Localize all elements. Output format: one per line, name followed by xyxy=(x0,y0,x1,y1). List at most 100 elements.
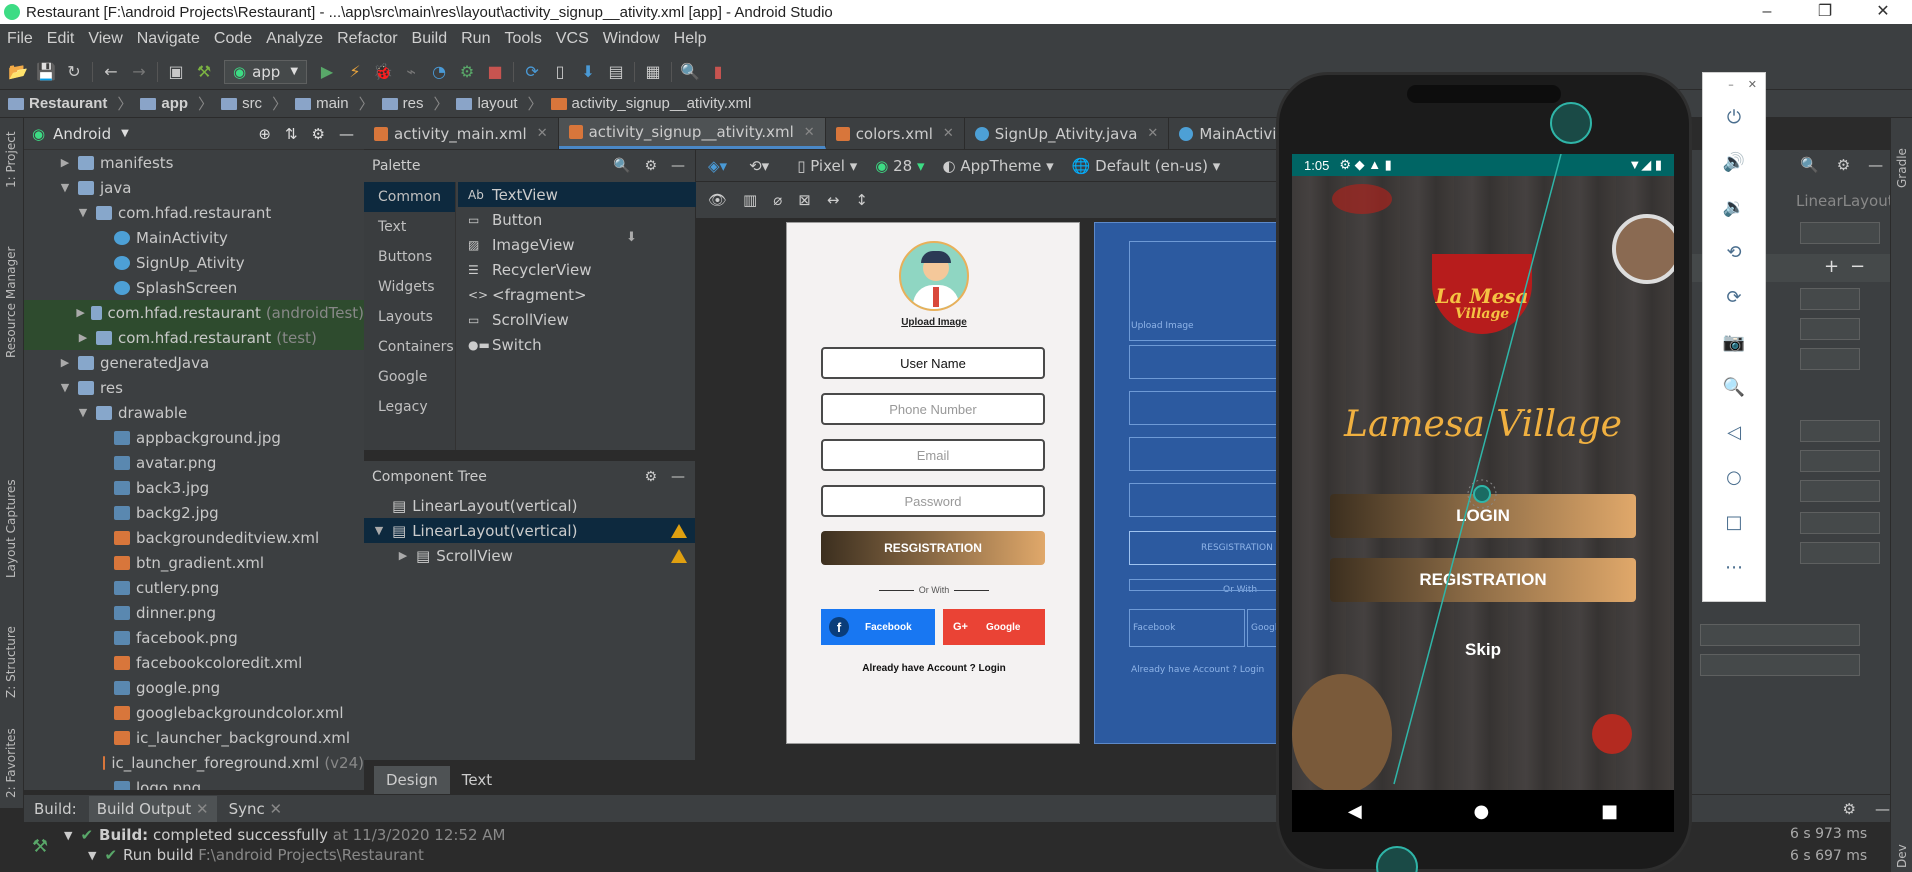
device-select[interactable]: ▯ Pixel ▾ xyxy=(797,157,857,175)
add-icon[interactable]: + xyxy=(1824,256,1839,277)
tree-item[interactable]: backgroundeditview.xml xyxy=(24,525,364,550)
apply-changes-icon[interactable]: ⚡ xyxy=(341,60,369,84)
tree-item[interactable]: SplashScreen xyxy=(24,275,364,300)
back-arrow-icon[interactable]: ← xyxy=(97,60,125,84)
tool-window-project[interactable]: 1: Project xyxy=(4,131,18,188)
project-view-select[interactable]: Android xyxy=(53,125,111,143)
attribute-dropdown[interactable] xyxy=(1800,450,1880,472)
columns-icon[interactable]: ▥ xyxy=(743,191,757,209)
tree-item[interactable]: ▶ com.hfad.restaurant (test) xyxy=(24,325,364,350)
attach-debugger-icon[interactable]: ⌁ xyxy=(397,60,425,84)
search-icon[interactable]: 🔍 xyxy=(676,60,704,84)
tree-item[interactable]: ▼ java xyxy=(24,175,364,200)
breadcrumb-item[interactable]: src xyxy=(221,95,262,112)
tool-window-favorites[interactable]: 2: Favorites xyxy=(4,728,18,798)
hammer-icon[interactable]: ⚒ xyxy=(190,60,218,84)
sdk-manager-icon[interactable]: ⬇ xyxy=(574,60,602,84)
warning-icon[interactable] xyxy=(671,548,687,563)
component-tree-item[interactable]: ▶ ▤ ScrollView xyxy=(364,543,695,568)
editor-tab[interactable]: colors.xml ✕ xyxy=(826,118,965,149)
breadcrumb-item[interactable]: app xyxy=(140,95,188,112)
menu-view[interactable]: View xyxy=(81,30,129,48)
tree-item[interactable]: logo.png xyxy=(24,775,364,790)
volume-up-icon[interactable]: 🔊 xyxy=(1703,140,1765,185)
hide-icon[interactable]: — xyxy=(671,469,685,485)
tool-window-structure[interactable]: Z: Structure xyxy=(4,626,18,698)
breadcrumb-item[interactable]: main xyxy=(295,95,349,112)
palette-item[interactable]: ▭ Button xyxy=(458,207,696,232)
menu-vcs[interactable]: VCS xyxy=(549,30,596,48)
tree-item[interactable]: btn_gradient.xml xyxy=(24,550,364,575)
tree-item[interactable]: ic_launcher_background.xml xyxy=(24,725,364,750)
attribute-dropdown[interactable] xyxy=(1800,288,1860,310)
remove-icon[interactable]: − xyxy=(1850,256,1865,277)
api-select[interactable]: ◉ 28 ▾ xyxy=(875,157,924,175)
view-tab-design[interactable]: Design xyxy=(374,766,450,794)
tree-item[interactable]: backg2.jpg xyxy=(24,500,364,525)
maximize-button[interactable]: ❐ xyxy=(1796,0,1854,24)
expand-arrow-icon[interactable]: ▶ xyxy=(396,549,410,562)
close-tab-icon[interactable]: ✕ xyxy=(943,126,954,141)
zoom-icon[interactable]: 🔍 xyxy=(1703,365,1765,410)
make-module-icon[interactable]: ▣ xyxy=(162,60,190,84)
stop-icon[interactable]: ■ xyxy=(481,60,509,84)
collapse-icon[interactable]: ⇅ xyxy=(285,125,298,143)
attribute-dropdown[interactable] xyxy=(1800,512,1880,534)
editor-tab[interactable]: activity_main.xml ✕ xyxy=(364,118,559,149)
menu-navigate[interactable]: Navigate xyxy=(130,30,207,48)
orientation-icon[interactable]: ⟲▾ xyxy=(749,157,769,175)
tree-item[interactable]: back3.jpg xyxy=(24,475,364,500)
run-build-row[interactable]: ▼ ✔ Run build F:\android Projects\Restaur… xyxy=(88,846,424,864)
hide-icon[interactable]: — xyxy=(1868,156,1883,174)
tree-item[interactable]: appbackground.jpg xyxy=(24,425,364,450)
back-icon[interactable]: ◁ xyxy=(1703,410,1765,455)
hide-icon[interactable]: — xyxy=(671,158,685,174)
tool-window-resource-manager[interactable]: Resource Manager xyxy=(4,247,18,358)
menu-build[interactable]: Build xyxy=(405,30,455,48)
palette-category[interactable]: Legacy xyxy=(364,392,455,422)
more-icon[interactable]: ⋯ xyxy=(1703,545,1765,590)
palette-category[interactable]: Layouts xyxy=(364,302,455,332)
tree-item[interactable]: SignUp_Ativity xyxy=(24,250,364,275)
save-icon[interactable]: 💾 xyxy=(32,60,60,84)
open-folder-icon[interactable]: 📂 xyxy=(4,60,32,84)
editor-tab[interactable]: SignUp_Ativity.java ✕ xyxy=(965,118,1170,149)
close-tab-icon[interactable]: ✕ xyxy=(1147,126,1158,141)
run-icon[interactable]: ▶ xyxy=(313,60,341,84)
palette-item[interactable]: <> <fragment> xyxy=(458,282,696,307)
palette-item[interactable]: ▨ ImageView xyxy=(458,232,696,257)
palette-category[interactable]: Common xyxy=(364,182,455,212)
tree-item[interactable]: dinner.png xyxy=(24,600,364,625)
build-status-row[interactable]: ▼ ✔ Build: completed successfully at 11/3… xyxy=(64,826,506,844)
locate-icon[interactable]: ⊕ xyxy=(258,125,271,143)
tree-item[interactable]: facebook.png xyxy=(24,625,364,650)
tree-item[interactable]: ▶ manifests xyxy=(24,150,364,175)
tree-item[interactable]: cutlery.png xyxy=(24,575,364,600)
camera-icon[interactable]: 📷 xyxy=(1703,320,1765,365)
warning-icon[interactable] xyxy=(671,523,687,538)
palette-item[interactable]: ▭ ScrollView xyxy=(458,307,696,332)
layers-icon[interactable]: ◈▾ xyxy=(708,157,727,175)
hide-icon[interactable]: — xyxy=(1875,800,1890,818)
palette-category[interactable]: Google xyxy=(364,362,455,392)
expand-arrow-icon[interactable]: ▼ xyxy=(76,406,90,419)
hammer-icon[interactable]: ⚒ xyxy=(32,836,48,857)
tree-item[interactable]: google.png xyxy=(24,675,364,700)
emulator-screen[interactable]: 1:05 ⚙ ◆ ▲ ▮ ▼◢ ▮ La Mesa Village Lamesa… xyxy=(1292,154,1674,790)
nav-back-button[interactable]: ◀ xyxy=(1348,801,1362,822)
theme-select[interactable]: ◐ AppTheme ▾ xyxy=(943,157,1054,175)
tree-item[interactable]: ▶ com.hfad.restaurant (androidTest) xyxy=(24,300,364,325)
debug-icon[interactable]: 🐞 xyxy=(369,60,397,84)
emulator-minimize-icon[interactable]: – xyxy=(1728,78,1734,91)
sync-icon[interactable]: ↻ xyxy=(60,60,88,84)
view-tab-text[interactable]: Text xyxy=(450,766,504,794)
autoconnect-icon[interactable]: ⌀ xyxy=(773,191,782,209)
device-icon[interactable]: ▤ xyxy=(602,60,630,84)
palette-category[interactable]: Buttons xyxy=(364,242,455,272)
sync-tab[interactable]: Sync ✕ xyxy=(229,800,283,818)
volume-down-icon[interactable]: 🔉 xyxy=(1703,185,1765,230)
project-structure-icon[interactable]: ▦ xyxy=(639,60,667,84)
expand-arrow-icon[interactable]: ▶ xyxy=(58,156,72,169)
locale-select[interactable]: 🌐 Default (en-us) ▾ xyxy=(1072,157,1221,175)
breadcrumb-item[interactable]: layout xyxy=(456,95,518,112)
